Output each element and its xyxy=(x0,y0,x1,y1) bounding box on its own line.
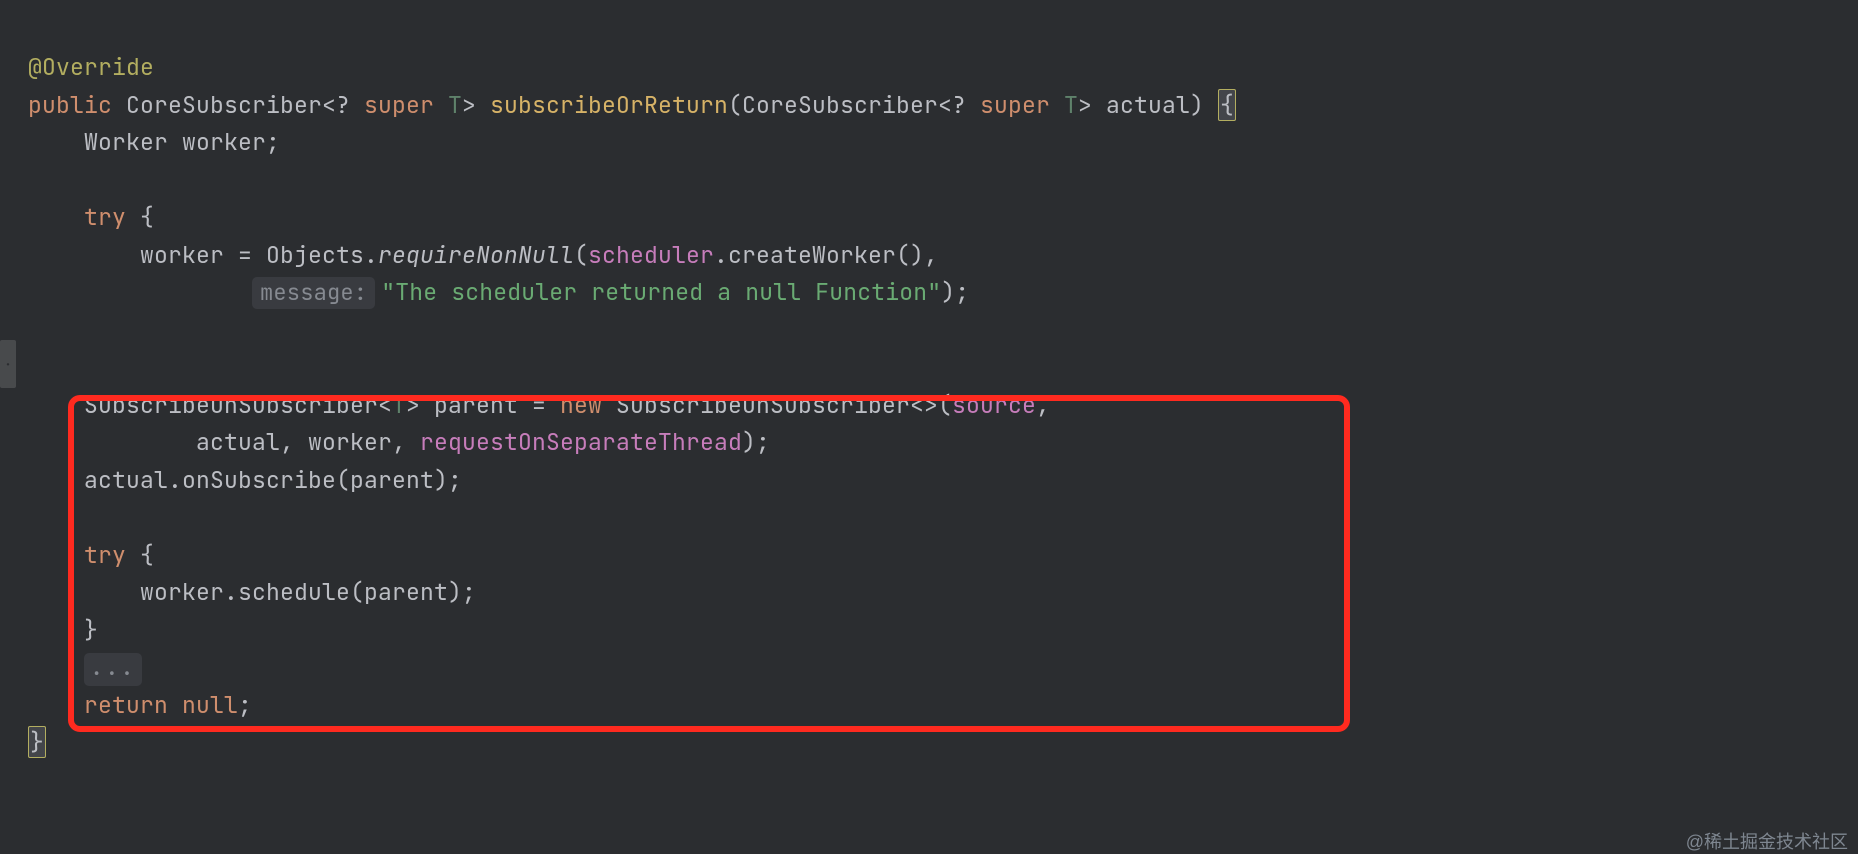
method-name: subscribeOrReturn xyxy=(490,90,728,120)
angle-open: < xyxy=(322,90,336,120)
keyword-public: public xyxy=(28,90,112,120)
close-paren-semi-1: ); xyxy=(941,277,969,307)
wildcard-2: ? xyxy=(952,90,966,120)
keyword-new: new xyxy=(560,390,602,420)
method-requirenonnull: requireNonNull xyxy=(378,240,574,270)
keyword-super: super xyxy=(364,90,434,120)
annotation-override: @Override xyxy=(28,52,154,82)
angle-close-2: > xyxy=(1078,90,1092,120)
string-message: "The scheduler returned a null Function" xyxy=(381,277,941,307)
brace-close-highlight: } xyxy=(28,726,46,758)
paren-close: ) xyxy=(1190,90,1204,120)
keyword-null: null xyxy=(182,690,238,720)
comma-2: , xyxy=(280,427,308,457)
worker-declaration: Worker worker; xyxy=(84,127,280,157)
createworker-call: .createWorker(), xyxy=(714,240,938,270)
code-editor[interactable]: @Override public CoreSubscriber<? super … xyxy=(0,0,1858,762)
generic-t-3: T xyxy=(392,390,406,420)
gutter-marker[interactable]: • xyxy=(0,340,16,388)
paren-open: ( xyxy=(728,90,742,120)
wildcard: ? xyxy=(336,90,350,120)
keyword-return: return xyxy=(84,690,168,720)
type-coresubscriber: CoreSubscriber xyxy=(126,90,322,120)
watermark-text: @稀土掘金技术社区 xyxy=(1686,828,1848,854)
fold-indicator[interactable]: ... xyxy=(84,653,142,686)
comma: , xyxy=(1036,390,1050,420)
close-paren-semi-2: ); xyxy=(742,427,770,457)
brace-close-try-2: } xyxy=(84,615,98,645)
param-actual: actual xyxy=(1106,90,1190,120)
inline-hint-message: message: xyxy=(252,277,375,309)
keyword-super-2: super xyxy=(980,90,1050,120)
brace-open-highlight: { xyxy=(1218,89,1236,121)
arg-worker: worker xyxy=(308,427,392,457)
paren-open-2: ( xyxy=(574,240,588,270)
field-requestonseparatethread: requestOnSeparateThread xyxy=(420,427,742,457)
worker-assign-prefix: worker = Objects. xyxy=(140,240,378,270)
constructor-call: SubscribeOnSubscriber<>( xyxy=(602,390,952,420)
type-subscribeonsubscriber: SubscribeOnSubscriber xyxy=(84,390,378,420)
angle-close-3: > xyxy=(406,390,420,420)
generic-t-2: T xyxy=(1064,90,1078,120)
generic-t: T xyxy=(448,90,462,120)
brace-try-1: { xyxy=(140,202,154,232)
semicolon-return: ; xyxy=(238,690,252,720)
schedule-call: worker.schedule(parent); xyxy=(140,577,476,607)
keyword-try-2: try xyxy=(84,540,126,570)
brace-try-2: { xyxy=(140,540,154,570)
arg-actual: actual xyxy=(196,427,280,457)
angle-close: > xyxy=(462,90,476,120)
keyword-try-1: try xyxy=(84,202,126,232)
comma-3: , xyxy=(392,427,420,457)
field-source: source xyxy=(952,390,1036,420)
angle-open-2: < xyxy=(938,90,952,120)
angle-open-3: < xyxy=(378,390,392,420)
type-coresubscriber-2: CoreSubscriber xyxy=(742,90,938,120)
field-scheduler: scheduler xyxy=(588,240,714,270)
onsubscribe-call: actual.onSubscribe(parent); xyxy=(84,465,462,495)
parent-equals: parent = xyxy=(420,390,560,420)
